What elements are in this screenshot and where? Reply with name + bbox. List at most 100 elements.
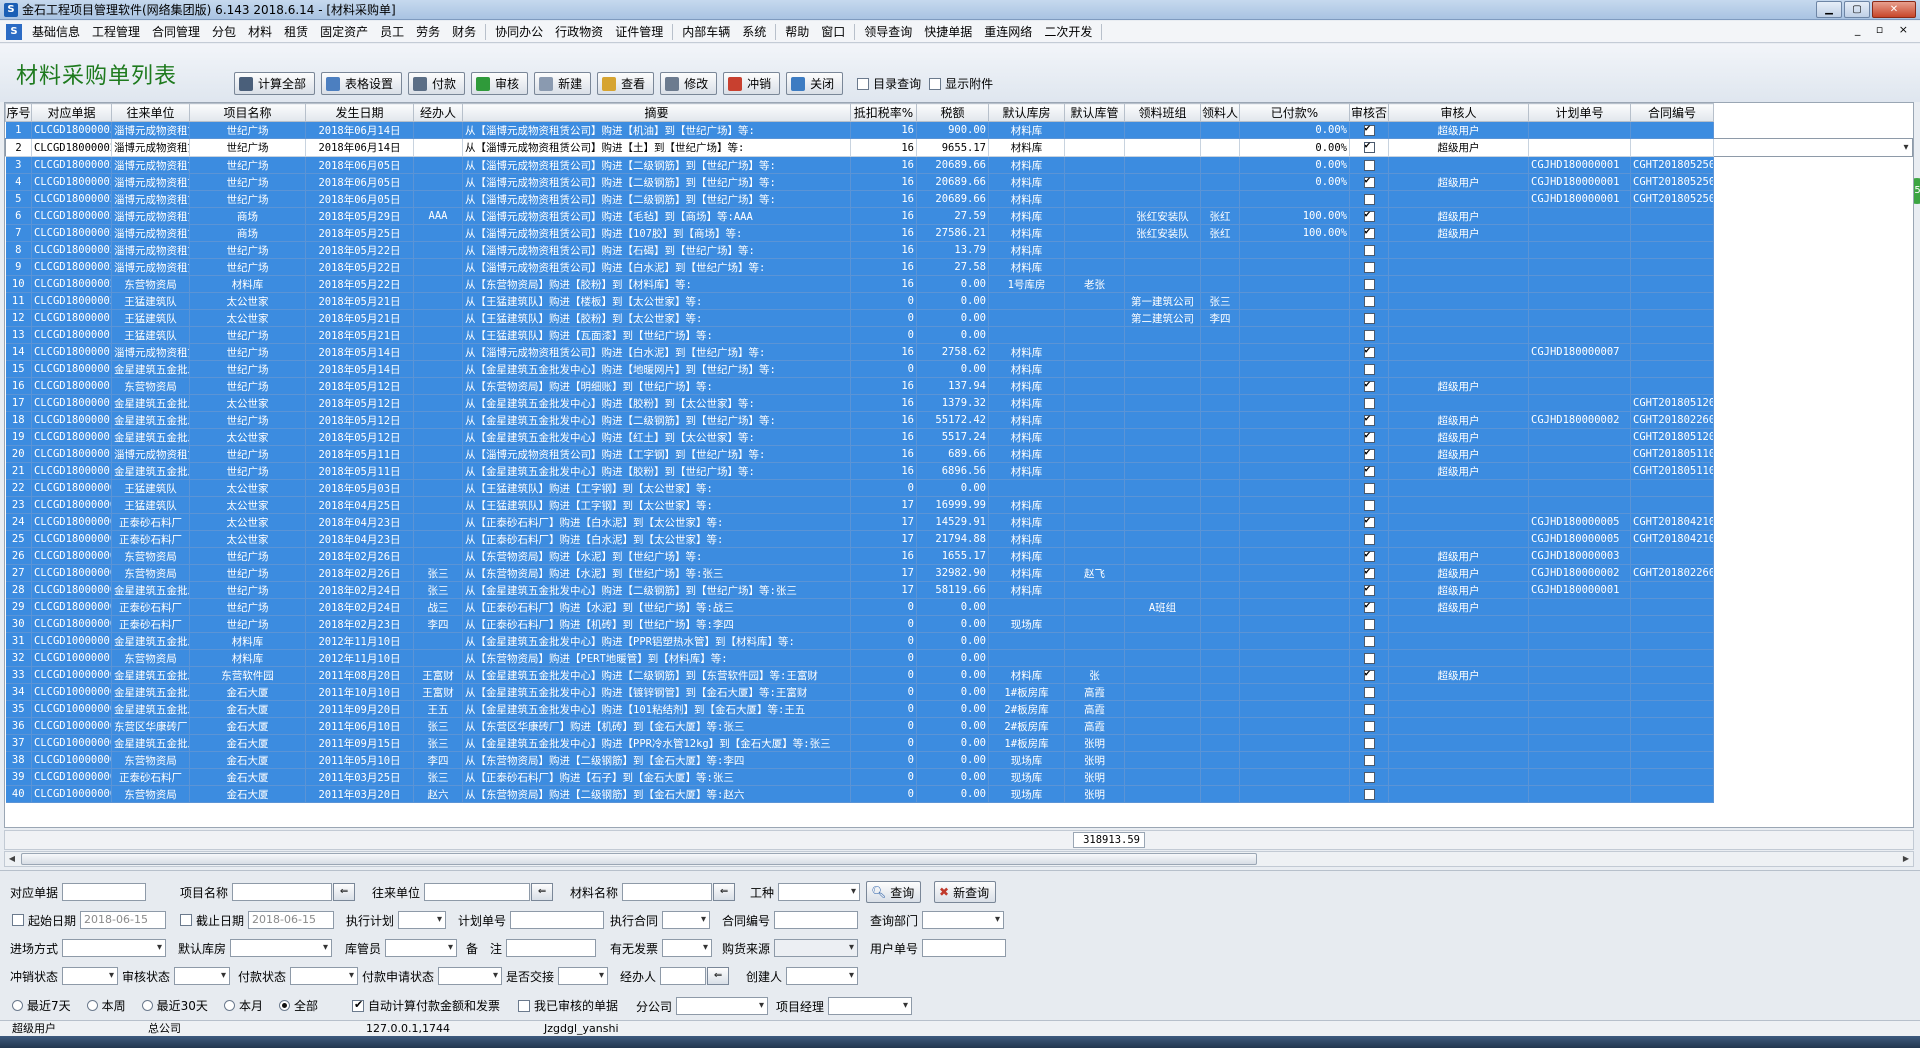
table-cell[interactable]: 太公世家 bbox=[189, 479, 306, 497]
table-cell[interactable]: CLCGD180000016 bbox=[31, 360, 112, 378]
table-cell[interactable] bbox=[1239, 717, 1350, 735]
table-cell[interactable] bbox=[1124, 785, 1201, 803]
table-cell[interactable]: 16 bbox=[850, 343, 917, 361]
table-cell[interactable]: 6896.56 bbox=[916, 462, 989, 480]
table-cell[interactable]: 从【王猛建筑队】购进【楼板】到【太公世家】等: bbox=[462, 292, 851, 310]
menu-item[interactable]: 系统 bbox=[736, 21, 772, 43]
table-cell[interactable]: 2018年06月05日 bbox=[305, 173, 414, 191]
table-cell[interactable]: 东营物资局 bbox=[111, 649, 190, 667]
table-cell[interactable]: 从【王猛建筑队】购进【瓦面漆】到【世纪广场】等: bbox=[462, 326, 851, 344]
table-cell[interactable]: 2011年08月20日 bbox=[305, 666, 414, 684]
table-cell[interactable]: 太公世家 bbox=[189, 496, 306, 514]
branch-select[interactable] bbox=[676, 997, 769, 1015]
table-row[interactable]: 7CLCGD180000024淄博元成物资租赁商场2018年05月25日 从【淄博… bbox=[5, 224, 1913, 242]
plan-no-input[interactable] bbox=[510, 911, 605, 929]
table-cell[interactable] bbox=[1388, 496, 1529, 514]
menu-item[interactable]: 行政物资 bbox=[549, 21, 609, 43]
audited-checkbox[interactable] bbox=[1363, 668, 1375, 681]
table-row[interactable]: 29CLCGD180000002正泰砂石料厂世纪广场2018年02月24日战三从… bbox=[5, 598, 1913, 616]
table-row[interactable]: 17CLCGD180000014金星建筑五金批发太公世家2018年05月12日 从… bbox=[5, 394, 1913, 412]
audited-checkbox[interactable] bbox=[1363, 703, 1375, 715]
table-row[interactable]: 27CLCGD180000004东营物资局世纪广场2018年02月26日张三从【… bbox=[5, 564, 1913, 582]
table-cell[interactable]: CGHT2018022601 bbox=[1630, 411, 1714, 429]
toolbar-check[interactable]: 显示附件 bbox=[929, 75, 993, 92]
table-cell[interactable]: 2018年02月24日 bbox=[305, 598, 414, 616]
table-cell[interactable]: 0.00% bbox=[1239, 173, 1350, 191]
table-cell[interactable]: 从【淄博元成物资租赁公司】购进【二级钢筋】到【世纪广场】等: bbox=[462, 156, 851, 174]
table-cell[interactable] bbox=[1388, 717, 1529, 735]
table-cell[interactable] bbox=[1239, 632, 1350, 650]
table-cell[interactable]: 从【东营物资局】购进【水泥】到【世纪广场】等: bbox=[462, 547, 851, 565]
table-cell[interactable] bbox=[1388, 734, 1529, 752]
table-cell[interactable]: 张红 bbox=[1200, 207, 1240, 225]
table-cell[interactable] bbox=[1200, 428, 1240, 446]
table-cell[interactable]: 从【东营物资局】购进【水泥】到【世纪广场】等:张三 bbox=[462, 564, 851, 582]
table-cell[interactable]: 0.00 bbox=[916, 632, 989, 650]
audited-checkbox[interactable] bbox=[1363, 193, 1375, 205]
exec-plan-select[interactable] bbox=[398, 911, 447, 929]
table-cell[interactable] bbox=[1239, 496, 1350, 514]
table-cell[interactable]: 21794.88 bbox=[916, 530, 989, 548]
table-cell[interactable]: CLCGD180000001 bbox=[31, 615, 112, 633]
table-cell[interactable]: 从【东营物资局】购进【二级钢筋】到【金石大厦】等:赵六 bbox=[462, 785, 851, 803]
reverse-status-select[interactable] bbox=[62, 967, 119, 985]
table-cell[interactable] bbox=[1064, 598, 1125, 616]
table-cell[interactable]: 世纪广场 bbox=[189, 241, 306, 259]
table-cell[interactable]: CGHT2018051102 bbox=[1630, 445, 1714, 463]
table-cell[interactable] bbox=[1528, 121, 1631, 139]
table-cell[interactable]: 太公世家 bbox=[189, 309, 306, 327]
table-cell[interactable]: 17 bbox=[850, 530, 917, 548]
table-cell[interactable] bbox=[1528, 377, 1631, 395]
table-cell[interactable] bbox=[1124, 462, 1201, 480]
table-cell[interactable]: 16 bbox=[850, 258, 917, 276]
audited-cell[interactable] bbox=[1349, 564, 1389, 582]
table-cell[interactable]: 现场库 bbox=[988, 785, 1065, 803]
table-cell[interactable]: 材料库 bbox=[988, 241, 1065, 259]
table-cell[interactable]: 淄博元成物资租赁 bbox=[111, 156, 190, 174]
table-cell[interactable]: 淄博元成物资租赁 bbox=[111, 190, 190, 208]
table-cell[interactable] bbox=[1528, 632, 1631, 650]
table-cell[interactable] bbox=[1239, 462, 1350, 480]
table-cell[interactable] bbox=[1528, 138, 1631, 157]
table-cell[interactable] bbox=[1124, 479, 1201, 497]
table-cell[interactable]: 世纪广场 bbox=[189, 190, 306, 208]
table-cell[interactable]: 16 bbox=[850, 190, 917, 208]
table-cell[interactable]: 材料库 bbox=[988, 411, 1065, 429]
table-cell[interactable]: 从【淄博元成物资租赁公司】购进【工字钢】到【世纪广场】等: bbox=[462, 445, 851, 463]
audited-checkbox[interactable] bbox=[1363, 329, 1375, 341]
pay-request-status-select[interactable] bbox=[438, 967, 503, 985]
table-cell[interactable] bbox=[1630, 258, 1714, 276]
table-cell[interactable]: 世纪广场 bbox=[189, 581, 306, 599]
table-cell[interactable]: 0.00 bbox=[916, 649, 989, 667]
table-cell[interactable]: 世纪广场 bbox=[189, 377, 306, 395]
audited-cell[interactable] bbox=[1349, 768, 1389, 786]
column-header[interactable]: 对应单据 bbox=[31, 103, 112, 122]
radio-button[interactable] bbox=[278, 1000, 290, 1011]
table-cell[interactable]: 东营物资局 bbox=[111, 751, 190, 769]
table-cell[interactable]: CLCGD180000006 bbox=[31, 530, 112, 548]
table-cell[interactable]: 2011年05月10日 bbox=[305, 751, 414, 769]
partner-input[interactable] bbox=[424, 883, 531, 901]
table-cell[interactable] bbox=[1064, 445, 1125, 463]
table-cell[interactable]: 2018年05月12日 bbox=[305, 411, 414, 429]
material-picker-icon[interactable]: ⇐ bbox=[713, 883, 736, 901]
table-cell[interactable]: 太公世家 bbox=[189, 530, 306, 548]
audited-checkbox[interactable] bbox=[1363, 788, 1375, 800]
table-cell[interactable]: 1655.17 bbox=[916, 547, 989, 565]
table-cell[interactable]: 金石大厦 bbox=[189, 768, 306, 786]
table-cell[interactable]: 现场库 bbox=[988, 768, 1065, 786]
table-cell[interactable] bbox=[1388, 615, 1529, 633]
table-cell[interactable]: 金星建筑五金批发 bbox=[111, 700, 190, 718]
table-cell[interactable]: 0 bbox=[850, 649, 917, 667]
table-cell[interactable] bbox=[1200, 479, 1240, 497]
table-cell[interactable]: CLCGD180000010 bbox=[31, 462, 112, 480]
table-cell[interactable]: CLCGD180000004 bbox=[31, 564, 112, 582]
column-header[interactable]: 经办人 bbox=[413, 103, 463, 122]
table-cell[interactable]: 40 bbox=[5, 785, 32, 803]
table-cell[interactable]: 15 bbox=[5, 360, 32, 378]
table-cell[interactable] bbox=[413, 275, 463, 293]
table-cell[interactable]: 689.66 bbox=[916, 445, 989, 463]
audited-checkbox[interactable] bbox=[1363, 278, 1375, 290]
table-cell[interactable]: 26 bbox=[5, 547, 32, 565]
toolbar-button[interactable]: 查看 bbox=[597, 72, 655, 95]
